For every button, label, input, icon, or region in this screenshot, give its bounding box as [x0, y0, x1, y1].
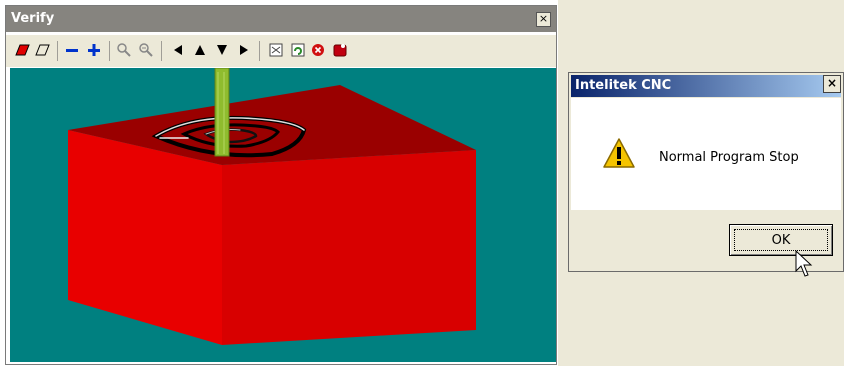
close-icon[interactable]: ×	[536, 12, 551, 27]
block-right-face	[222, 150, 476, 345]
verify-window: Verify ×	[0, 0, 558, 366]
close-icon[interactable]: ×	[823, 75, 841, 93]
verify-3d-viewport[interactable]	[10, 68, 556, 362]
dialog-title-bar[interactable]: Intelitek CNC	[571, 75, 841, 97]
rotate-left-icon[interactable]	[169, 41, 187, 59]
dialog-title-text: Intelitek CNC	[575, 78, 672, 93]
dialog-body: Normal Program Stop	[571, 98, 841, 210]
message-dialog: Intelitek CNC × Normal Program Stop OK	[568, 72, 844, 272]
view-select-icon[interactable]	[267, 41, 285, 59]
mouse-cursor-icon	[795, 250, 813, 277]
ok-button[interactable]: OK	[729, 224, 833, 256]
block-front-face	[68, 130, 222, 345]
refresh-icon[interactable]	[289, 41, 307, 59]
rotate-right-icon[interactable]	[235, 41, 253, 59]
rotate-down-icon[interactable]	[213, 41, 231, 59]
dialog-message: Normal Program Stop	[659, 150, 799, 165]
rotate-up-icon[interactable]	[191, 41, 209, 59]
toolbar-separator	[161, 41, 162, 61]
toolbar-separator	[109, 41, 110, 61]
zoom-window-icon[interactable]	[115, 41, 133, 59]
zoom-in-plus-icon[interactable]	[85, 41, 103, 59]
toolbar-separator	[57, 41, 58, 61]
verify-title-bar[interactable]: Verify ×	[5, 5, 557, 32]
verify-toolbar	[5, 35, 557, 67]
verify-title-text: Verify	[11, 11, 55, 26]
cutting-tool	[215, 68, 229, 156]
stop-icon[interactable]	[309, 41, 327, 59]
zoom-out-minus-icon[interactable]	[63, 41, 81, 59]
focus-ring	[734, 229, 828, 251]
toolbar-separator	[259, 41, 260, 61]
warning-icon	[603, 138, 635, 168]
solid-view-icon[interactable]	[13, 41, 31, 59]
record-icon[interactable]	[331, 41, 349, 59]
wireframe-view-icon[interactable]	[33, 41, 51, 59]
zoom-all-icon[interactable]	[137, 41, 155, 59]
